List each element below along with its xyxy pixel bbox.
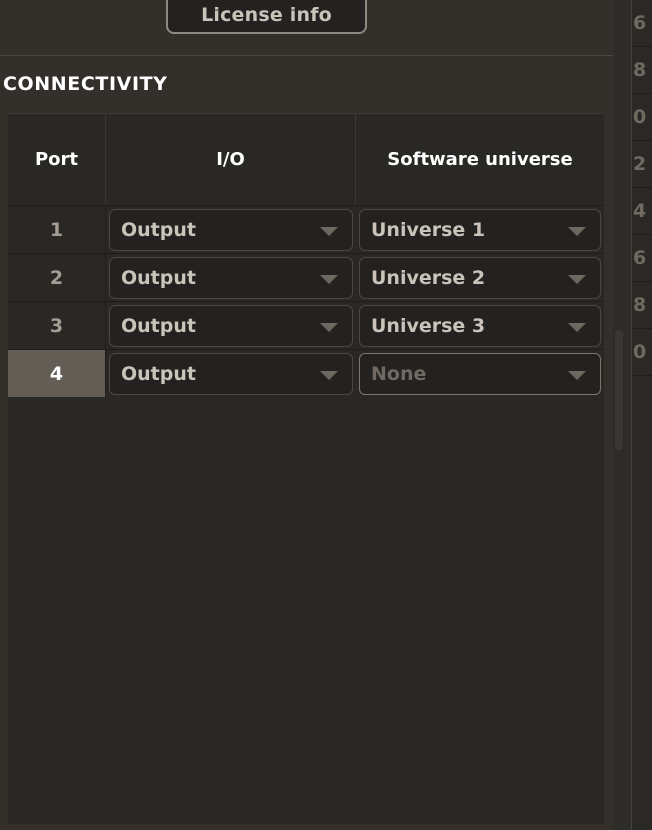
software-universe-dropdown[interactable]: Universe 3 xyxy=(359,304,601,347)
license-info-button[interactable]: License info xyxy=(166,0,367,34)
io-dropdown-value: Output xyxy=(121,314,196,337)
software-universe-dropdown[interactable]: None xyxy=(359,352,601,395)
scrollbar-thumb[interactable] xyxy=(615,330,623,450)
toolbar-divider xyxy=(0,55,613,56)
software-universe-dropdown-value: Universe 1 xyxy=(371,218,486,241)
vertical-scrollbar[interactable] xyxy=(613,0,627,830)
port-number-cell[interactable]: 3 xyxy=(8,302,106,349)
software-universe-cell: Universe 1 xyxy=(356,206,604,253)
io-dropdown[interactable]: Output xyxy=(109,208,353,251)
io-dropdown-value: Output xyxy=(121,362,196,385)
column-header-port: Port xyxy=(8,114,106,205)
software-universe-cell: None xyxy=(356,350,604,397)
chevron-down-icon[interactable] xyxy=(568,274,586,284)
chevron-down-icon[interactable] xyxy=(568,322,586,332)
connectivity-table: Port I/O Software universe 1 Output Univer… xyxy=(8,113,604,824)
clipped-number-cell: 8 xyxy=(632,47,652,94)
chevron-down-icon[interactable] xyxy=(568,226,586,236)
io-dropdown[interactable]: Output xyxy=(109,304,353,347)
io-cell: Output xyxy=(106,206,356,253)
software-universe-dropdown[interactable]: Universe 1 xyxy=(359,208,601,251)
clipped-number-cell: 0 xyxy=(632,94,652,141)
clipped-number-cell: 0 xyxy=(632,329,652,376)
right-side-strip: 68024680 xyxy=(613,0,652,830)
top-toolbar: License info xyxy=(0,0,613,55)
io-cell: Output xyxy=(106,254,356,301)
column-header-io: I/O xyxy=(106,114,356,205)
io-dropdown-value: Output xyxy=(121,266,196,289)
table-body: 1 Output Universe 1 2 Output Universe 2 3 Outpu… xyxy=(8,205,604,397)
main-panel: License info CONNECTIVITY Port I/O Softw… xyxy=(0,0,613,830)
table-header-row: Port I/O Software universe xyxy=(8,114,604,205)
table-row[interactable]: 2 Output Universe 2 xyxy=(8,253,604,301)
port-number-cell[interactable]: 4 xyxy=(8,350,106,397)
clipped-number-cell: 4 xyxy=(632,188,652,235)
table-row[interactable]: 3 Output Universe 3 xyxy=(8,301,604,349)
io-dropdown-value: Output xyxy=(121,218,196,241)
io-dropdown[interactable]: Output xyxy=(109,352,353,395)
software-universe-dropdown-value: Universe 2 xyxy=(371,266,486,289)
io-cell: Output xyxy=(106,302,356,349)
chevron-down-icon[interactable] xyxy=(568,370,586,380)
chevron-down-icon[interactable] xyxy=(320,370,338,380)
software-universe-dropdown-value: None xyxy=(371,362,427,385)
clipped-number-cell: 2 xyxy=(632,141,652,188)
clipped-number-cell: 6 xyxy=(632,235,652,282)
column-header-software-universe: Software universe xyxy=(356,114,604,205)
port-number-cell[interactable]: 2 xyxy=(8,254,106,301)
clipped-number-column: 68024680 xyxy=(631,0,652,830)
page-title: CONNECTIVITY xyxy=(3,73,168,95)
port-number-cell[interactable]: 1 xyxy=(8,206,106,253)
chevron-down-icon[interactable] xyxy=(320,274,338,284)
io-dropdown[interactable]: Output xyxy=(109,256,353,299)
software-universe-cell: Universe 3 xyxy=(356,302,604,349)
clipped-number-cell: 6 xyxy=(632,0,652,47)
clipped-number-cell: 8 xyxy=(632,282,652,329)
chevron-down-icon[interactable] xyxy=(320,226,338,236)
software-universe-dropdown[interactable]: Universe 2 xyxy=(359,256,601,299)
software-universe-cell: Universe 2 xyxy=(356,254,604,301)
software-universe-dropdown-value: Universe 3 xyxy=(371,314,486,337)
io-cell: Output xyxy=(106,350,356,397)
connectivity-screen: License info CONNECTIVITY Port I/O Softw… xyxy=(0,0,652,830)
chevron-down-icon[interactable] xyxy=(320,322,338,332)
table-row[interactable]: 4 Output None xyxy=(8,349,604,397)
table-row[interactable]: 1 Output Universe 1 xyxy=(8,205,604,253)
